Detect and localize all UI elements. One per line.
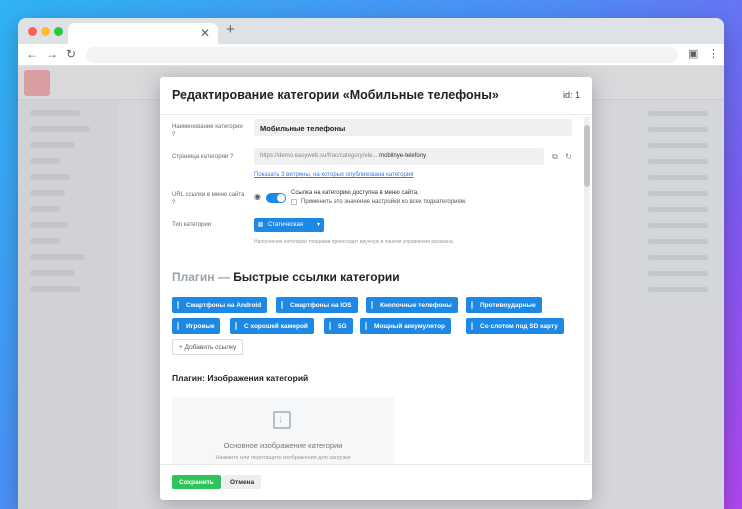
quick-link-chip[interactable]: 5G (324, 318, 353, 334)
browser-toolbar: ← → ↻ ▣ ⋮ (18, 44, 724, 66)
category-name-input[interactable]: Мобильные телефоны (254, 119, 572, 136)
quick-link-chip[interactable]: Смартфоны на IOS (276, 297, 358, 313)
add-link-button[interactable]: + Добавить ссылку (172, 339, 244, 355)
menu-url-label: URL ссылки в меню сайта? (172, 192, 245, 206)
quick-link-chip[interactable]: Противоударные (466, 297, 542, 313)
modal-header: Редактирование категории «Мобильные теле… (160, 77, 592, 115)
copy-icon[interactable]: ⧉ (552, 152, 558, 162)
maximize-window-icon[interactable] (54, 27, 63, 36)
menu-dots-icon[interactable]: ⋮ (708, 47, 719, 60)
tab-close-icon[interactable]: ✕ (200, 26, 210, 40)
dropzone-title: Основное изображение категории (223, 441, 343, 450)
minimize-window-icon[interactable] (41, 27, 50, 36)
browser-tab[interactable]: ✕ (68, 23, 218, 44)
help-icon: ? (172, 132, 176, 138)
cancel-button[interactable]: Отмена (223, 475, 262, 489)
profile-icon[interactable]: ▣ (688, 47, 698, 60)
address-bar[interactable] (86, 47, 678, 63)
scrollbar-thumb[interactable] (584, 125, 590, 187)
quick-link-chip[interactable]: Мощный аккумулятор (360, 318, 452, 334)
quick-link-chip[interactable]: Игровые (172, 318, 221, 334)
quick-link-chip[interactable]: Смартфоны на Android (172, 297, 268, 313)
image-dropzone[interactable]: Основное изображение категории Нажмите и… (172, 397, 394, 465)
modal-title: Редактирование категории «Мобильные теле… (172, 88, 499, 102)
help-icon: ? (229, 154, 234, 160)
showcase-link[interactable]: Показать 3 витрины, на которых опубликов… (254, 172, 413, 178)
chevron-down-icon: ▾ (316, 222, 320, 228)
quick-link-chip[interactable]: С хорошей камерой (230, 318, 314, 334)
apply-subcategories-label: Применить это значение настройки ко всех… (301, 199, 467, 205)
category-type-dropdown[interactable]: Статическая ▾ (254, 218, 324, 232)
browser-titlebar: ✕ + (18, 18, 724, 44)
modal-body: Наименование категории? Мобильные телефо… (160, 115, 584, 465)
back-icon[interactable]: ← (26, 47, 38, 61)
upload-icon (273, 411, 291, 429)
save-button[interactable]: Сохранить (172, 475, 221, 489)
name-label: Наименование категории? (172, 124, 243, 138)
quick-link-chip[interactable]: Кнопочные телефоны (366, 297, 458, 313)
menu-toggle-text: Ссылка на категорию доступна в меню сайт… (291, 190, 419, 196)
quick-links-title: Плагин — Быстрые ссылки категории (172, 270, 400, 284)
eye-icon[interactable]: ◉ (254, 192, 261, 201)
forward-icon[interactable]: → (46, 47, 58, 61)
type-hint: Наполнение категории товарами происходит… (254, 239, 455, 245)
page-label: Страница категории ? (172, 154, 234, 160)
type-label: Тип категории (172, 222, 212, 228)
apply-subcategories-checkbox[interactable] (291, 199, 297, 205)
edit-category-modal: Редактирование категории «Мобильные теле… (160, 77, 592, 500)
images-plugin-title: Плагин: Изображения категорий (172, 373, 309, 383)
reload-icon[interactable]: ↻ (66, 47, 76, 61)
new-tab-icon[interactable]: + (226, 21, 235, 38)
close-window-icon[interactable] (28, 27, 37, 36)
modal-footer: Сохранить Отмена (160, 464, 592, 500)
category-id: id: 1 (562, 90, 580, 100)
type-icon (258, 222, 263, 227)
category-url-field[interactable]: https://demo.easyweb.su/frac/category/el… (254, 148, 544, 165)
modal-scrollbar[interactable] (584, 117, 590, 463)
help-icon: ? (172, 200, 176, 206)
menu-visibility-toggle[interactable] (266, 193, 286, 203)
quick-link-chip[interactable]: Со слотом под SD карту (466, 318, 564, 334)
refresh-icon[interactable]: ↻ (565, 152, 572, 161)
dropzone-subtitle: Нажмите или перетащите изображения для з… (215, 455, 351, 461)
